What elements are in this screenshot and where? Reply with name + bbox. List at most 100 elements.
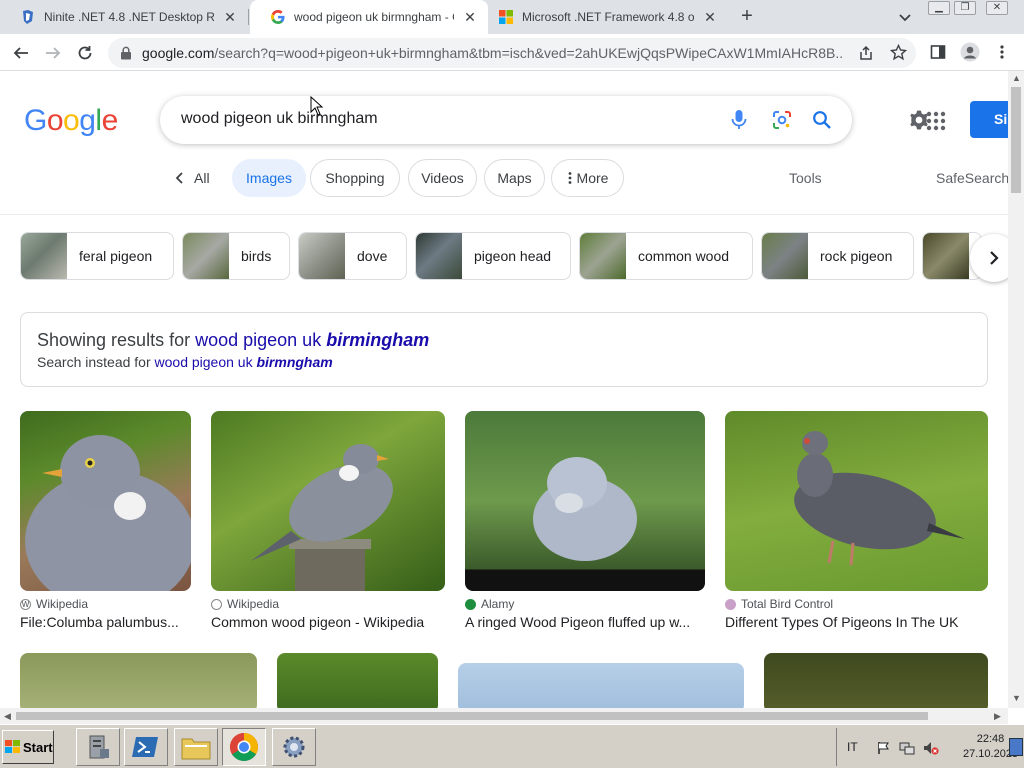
taskbar-chrome[interactable]: [222, 728, 266, 766]
horizontal-scroll-thumb[interactable]: [16, 712, 928, 720]
page-content: Google wood pigeon uk birmngham Si All I…: [0, 71, 1008, 708]
tab-google-search[interactable]: wood pigeon uk birmngham - Goog ✕: [250, 0, 488, 34]
pigeon-photo-icon: [533, 457, 637, 561]
related-label: pigeon head: [474, 248, 552, 264]
result-image[interactable]: [764, 653, 988, 708]
result-source[interactable]: W Wikipedia: [20, 597, 88, 611]
bookmark-star-icon[interactable]: [890, 44, 907, 61]
corrected-query-plain: wood pigeon uk: [195, 330, 322, 350]
forward-button[interactable]: [42, 42, 64, 64]
lens-camera-icon[interactable]: [772, 110, 792, 130]
tab-ninite[interactable]: Ninite .NET 4.8 .NET Desktop Runti ✕: [0, 0, 248, 34]
instead-prefix: Search instead for: [37, 354, 151, 370]
network-icon[interactable]: [899, 740, 915, 756]
search-query[interactable]: wood pigeon uk birmngham: [181, 110, 378, 128]
original-query-bold: birmngham: [256, 354, 333, 370]
volume-muted-icon[interactable]: [923, 740, 939, 756]
result-image[interactable]: [458, 663, 744, 708]
side-panel-icon[interactable]: [930, 44, 946, 60]
search-box[interactable]: wood pigeon uk birmngham: [160, 96, 852, 144]
tab-more[interactable]: More: [551, 159, 624, 197]
related-label: common wood: [638, 248, 730, 264]
settings-cog-icon: [283, 736, 305, 758]
result-image[interactable]: [465, 411, 705, 591]
restore-button[interactable]: ❐: [954, 1, 976, 15]
result-image[interactable]: [725, 411, 988, 591]
result-source[interactable]: Alamy: [465, 597, 514, 611]
safesearch-button[interactable]: SafeSearch: [936, 170, 1008, 186]
new-tab-button[interactable]: +: [736, 6, 758, 28]
more-dots-icon: [568, 172, 571, 184]
input-language[interactable]: IT: [847, 740, 858, 754]
windows-logo-icon: [5, 740, 20, 753]
search-icon[interactable]: [812, 110, 832, 130]
tab-close-icon[interactable]: ✕: [702, 9, 718, 25]
server-manager-icon: [89, 735, 109, 759]
minimize-button[interactable]: ▁: [928, 1, 950, 15]
tab-close-icon[interactable]: ✕: [462, 9, 478, 25]
show-desktop-button[interactable]: [1009, 738, 1023, 756]
tab-shopping[interactable]: Shopping: [310, 159, 400, 197]
scroll-down-icon[interactable]: ▼: [1012, 693, 1021, 703]
tab-maps[interactable]: Maps: [484, 159, 545, 197]
original-query-link[interactable]: wood pigeon uk birmngham: [155, 354, 333, 370]
source-name: Wikipedia: [36, 597, 89, 611]
taskbar-server-manager[interactable]: [76, 728, 120, 766]
google-logo[interactable]: Google: [24, 104, 118, 138]
taskbar-powershell[interactable]: [124, 728, 168, 766]
tab-all[interactable]: All: [172, 159, 210, 197]
taskbar-settings-app[interactable]: [272, 728, 316, 766]
close-window-button[interactable]: ✕: [986, 1, 1008, 15]
result-source[interactable]: Total Bird Control: [725, 597, 833, 611]
share-icon[interactable]: [858, 45, 874, 61]
result-source[interactable]: Wikipedia: [211, 597, 279, 611]
result-image[interactable]: [20, 411, 191, 591]
original-query-plain: wood pigeon uk: [154, 354, 253, 370]
related-label: feral pigeon: [79, 248, 153, 264]
related-search-chip[interactable]: rock pigeon: [761, 232, 914, 280]
browser-menu-icon[interactable]: [998, 44, 1006, 60]
back-button[interactable]: [10, 42, 32, 64]
profile-avatar-icon[interactable]: [960, 42, 980, 62]
google-apps-grid-icon[interactable]: [926, 111, 946, 131]
url-text[interactable]: google.com/search?q=wood+pigeon+uk+birmn…: [142, 45, 842, 61]
result-title[interactable]: Different Types Of Pigeons In The UK: [725, 614, 988, 630]
result-title[interactable]: A ringed Wood Pigeon fluffed up w...: [465, 614, 705, 630]
tab-close-icon[interactable]: ✕: [222, 9, 238, 25]
scroll-right-icon[interactable]: ▶: [994, 711, 1001, 722]
reload-button[interactable]: [74, 42, 96, 64]
corrected-query-link[interactable]: wood pigeon uk birmingham: [195, 330, 429, 350]
horizontal-scrollbar[interactable]: ◀ ▶: [0, 708, 1008, 724]
related-search-chip[interactable]: birds: [182, 232, 290, 280]
start-button[interactable]: Start: [2, 730, 54, 764]
action-center-flag-icon[interactable]: [877, 741, 891, 755]
result-image[interactable]: [20, 653, 257, 708]
related-search-chip[interactable]: common wood: [579, 232, 753, 280]
scroll-left-icon[interactable]: ◀: [4, 711, 11, 722]
lock-icon[interactable]: [120, 46, 132, 60]
tab-search-chevron-icon[interactable]: [896, 8, 914, 26]
tools-button[interactable]: Tools: [789, 170, 822, 186]
related-search-chip[interactable]: pigeon head: [415, 232, 571, 280]
taskbar-file-explorer[interactable]: [174, 728, 218, 766]
related-label: dove: [357, 248, 388, 264]
tab-microsoft[interactable]: Microsoft .NET Framework 4.8 offlin ✕: [478, 0, 728, 34]
microphone-icon[interactable]: [730, 109, 748, 131]
microsoft-favicon-icon: [499, 10, 513, 24]
vertical-scrollbar[interactable]: ▲ ▼: [1008, 71, 1024, 708]
vertical-scroll-thumb[interactable]: [1011, 87, 1021, 193]
tab-more-label: More: [576, 170, 609, 186]
tab-images[interactable]: Images: [232, 159, 306, 197]
related-search-chip[interactable]: feral pigeon: [20, 232, 174, 280]
related-search-chip[interactable]: dove: [298, 232, 407, 280]
url-path: /search?q=wood+pigeon+uk+birmngham&tbm=i…: [214, 45, 842, 61]
sign-in-button[interactable]: Si: [970, 101, 1008, 138]
source-name: Alamy: [481, 597, 515, 611]
result-title[interactable]: Common wood pigeon - Wikipedia: [211, 614, 445, 630]
result-title[interactable]: File:Columba palumbus...: [20, 614, 191, 630]
address-bar[interactable]: google.com/search?q=wood+pigeon+uk+birmn…: [108, 38, 916, 68]
tab-videos[interactable]: Videos: [408, 159, 477, 197]
result-image[interactable]: [211, 411, 445, 591]
result-image[interactable]: [277, 653, 438, 708]
scroll-up-icon[interactable]: ▲: [1012, 73, 1021, 83]
